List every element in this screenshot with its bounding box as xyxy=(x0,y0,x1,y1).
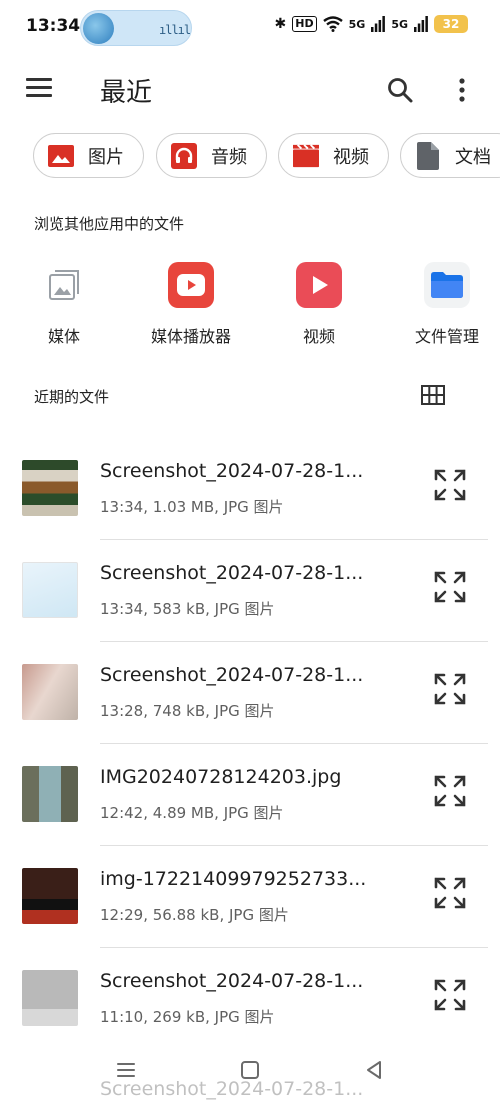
media-player-icon xyxy=(168,262,214,308)
file-meta: 13:28, 748 kB, JPG 图片 xyxy=(100,702,275,720)
signal-5g-label: 5G xyxy=(348,17,366,31)
media-activity-pill[interactable]: ıllıl xyxy=(80,10,192,46)
headphones-icon xyxy=(171,142,197,169)
media-thumbnail-icon xyxy=(83,13,114,44)
expand-preview-icon[interactable] xyxy=(433,876,467,910)
signal-5g-label-2: 5G xyxy=(391,17,408,31)
system-nav-bar xyxy=(0,1042,500,1100)
battery-icon: 32 xyxy=(434,15,468,33)
menu-icon[interactable] xyxy=(26,78,52,98)
recent-files-heading: 近期的文件 xyxy=(34,388,110,406)
file-name: Screenshot_2024-07-28-1... xyxy=(100,970,364,992)
app-video-label: 视频 xyxy=(302,327,335,346)
status-icons: ✱ HD 5G 5G 32 xyxy=(275,15,468,33)
expand-preview-icon[interactable] xyxy=(433,774,467,808)
file-name: Screenshot_2024-07-28-1... xyxy=(100,460,364,482)
app-media[interactable]: 媒体 xyxy=(9,262,119,352)
expand-preview-icon[interactable] xyxy=(433,570,467,604)
file-row[interactable]: Screenshot_2024-07-28-1... 11:10, 269 kB… xyxy=(0,948,500,1050)
app-media-player-label: 媒体播放器 xyxy=(150,327,231,346)
file-meta: 13:34, 1.03 MB, JPG 图片 xyxy=(100,498,284,516)
file-meta: 11:10, 269 kB, JPG 图片 xyxy=(100,1008,275,1026)
audio-wave-icon: ıllıl xyxy=(159,23,191,37)
signal-strength-icon xyxy=(371,16,386,32)
expand-preview-icon[interactable] xyxy=(433,672,467,706)
hd-voice-icon: HD xyxy=(292,16,317,32)
chip-images[interactable]: 图片 xyxy=(33,133,144,178)
page-title: 最近 xyxy=(100,78,153,108)
back-icon[interactable] xyxy=(362,1058,386,1082)
file-meta: 12:42, 4.89 MB, JPG 图片 xyxy=(100,804,284,822)
chip-video[interactable]: 视频 xyxy=(278,133,389,178)
search-icon[interactable] xyxy=(386,76,414,104)
file-row[interactable]: Screenshot_2024-07-28-1... 13:34, 1.03 M… xyxy=(0,438,500,540)
chip-documents[interactable]: 文档 xyxy=(400,133,500,178)
app-file-manager[interactable]: 文件管理 xyxy=(392,262,500,352)
app-file-manager-label: 文件管理 xyxy=(414,327,479,346)
browse-apps-heading: 浏览其他应用中的文件 xyxy=(34,215,185,233)
folder-icon xyxy=(424,262,470,308)
chip-video-label: 视频 xyxy=(333,146,369,168)
recent-files-list: Screenshot_2024-07-28-1... 13:34, 1.03 M… xyxy=(0,438,500,1100)
file-name: img-17221409979252733... xyxy=(100,868,367,890)
chip-audio-label: 音频 xyxy=(211,146,247,168)
wifi-icon xyxy=(322,16,343,32)
chip-documents-label: 文档 xyxy=(455,146,491,168)
file-meta: 13:34, 583 kB, JPG 图片 xyxy=(100,600,275,618)
bluetooth-icon: ✱ xyxy=(274,16,287,32)
status-time: 13:34 xyxy=(26,16,81,36)
file-row[interactable]: Screenshot_2024-07-28-1... 13:34, 583 kB… xyxy=(0,540,500,642)
image-icon xyxy=(48,143,74,169)
file-name: IMG20240728124203.jpg xyxy=(100,766,342,788)
app-media-player[interactable]: 媒体播放器 xyxy=(136,262,246,352)
file-thumbnail xyxy=(22,868,78,924)
app-bar: 最近 xyxy=(0,60,500,120)
app-video[interactable]: 视频 xyxy=(264,262,374,352)
file-thumbnail xyxy=(22,664,78,720)
signal-strength-icon-2 xyxy=(414,16,428,32)
file-thumbnail xyxy=(22,766,78,822)
video-play-icon xyxy=(296,262,342,308)
file-thumbnail xyxy=(22,460,78,516)
document-icon xyxy=(415,141,441,170)
home-icon[interactable] xyxy=(238,1058,262,1082)
expand-preview-icon[interactable] xyxy=(433,468,467,502)
file-thumbnail xyxy=(22,970,78,1026)
file-meta: 12:29, 56.88 kB, JPG 图片 xyxy=(100,906,289,924)
media-gallery-icon xyxy=(41,262,87,308)
recents-menu-icon[interactable] xyxy=(114,1058,138,1082)
file-row[interactable]: img-17221409979252733... 12:29, 56.88 kB… xyxy=(0,846,500,948)
file-name: Screenshot_2024-07-28-1... xyxy=(100,562,364,584)
video-icon xyxy=(293,143,319,169)
chip-images-label: 图片 xyxy=(88,146,124,168)
file-name: Screenshot_2024-07-28-1... xyxy=(100,664,364,686)
expand-preview-icon[interactable] xyxy=(433,978,467,1012)
chip-audio[interactable]: 音频 xyxy=(156,133,267,178)
grid-view-icon[interactable] xyxy=(421,385,445,405)
more-options-icon[interactable] xyxy=(450,76,474,104)
app-media-label: 媒体 xyxy=(47,327,80,346)
status-bar: 13:34 ıllıl ✱ HD 5G 5G 32 xyxy=(0,0,500,56)
file-row[interactable]: Screenshot_2024-07-28-1... 13:28, 748 kB… xyxy=(0,642,500,744)
file-thumbnail xyxy=(22,562,78,618)
category-chips: 图片 音频 视频 文档 xyxy=(33,133,500,179)
file-row[interactable]: IMG20240728124203.jpg 12:42, 4.89 MB, JP… xyxy=(0,744,500,846)
